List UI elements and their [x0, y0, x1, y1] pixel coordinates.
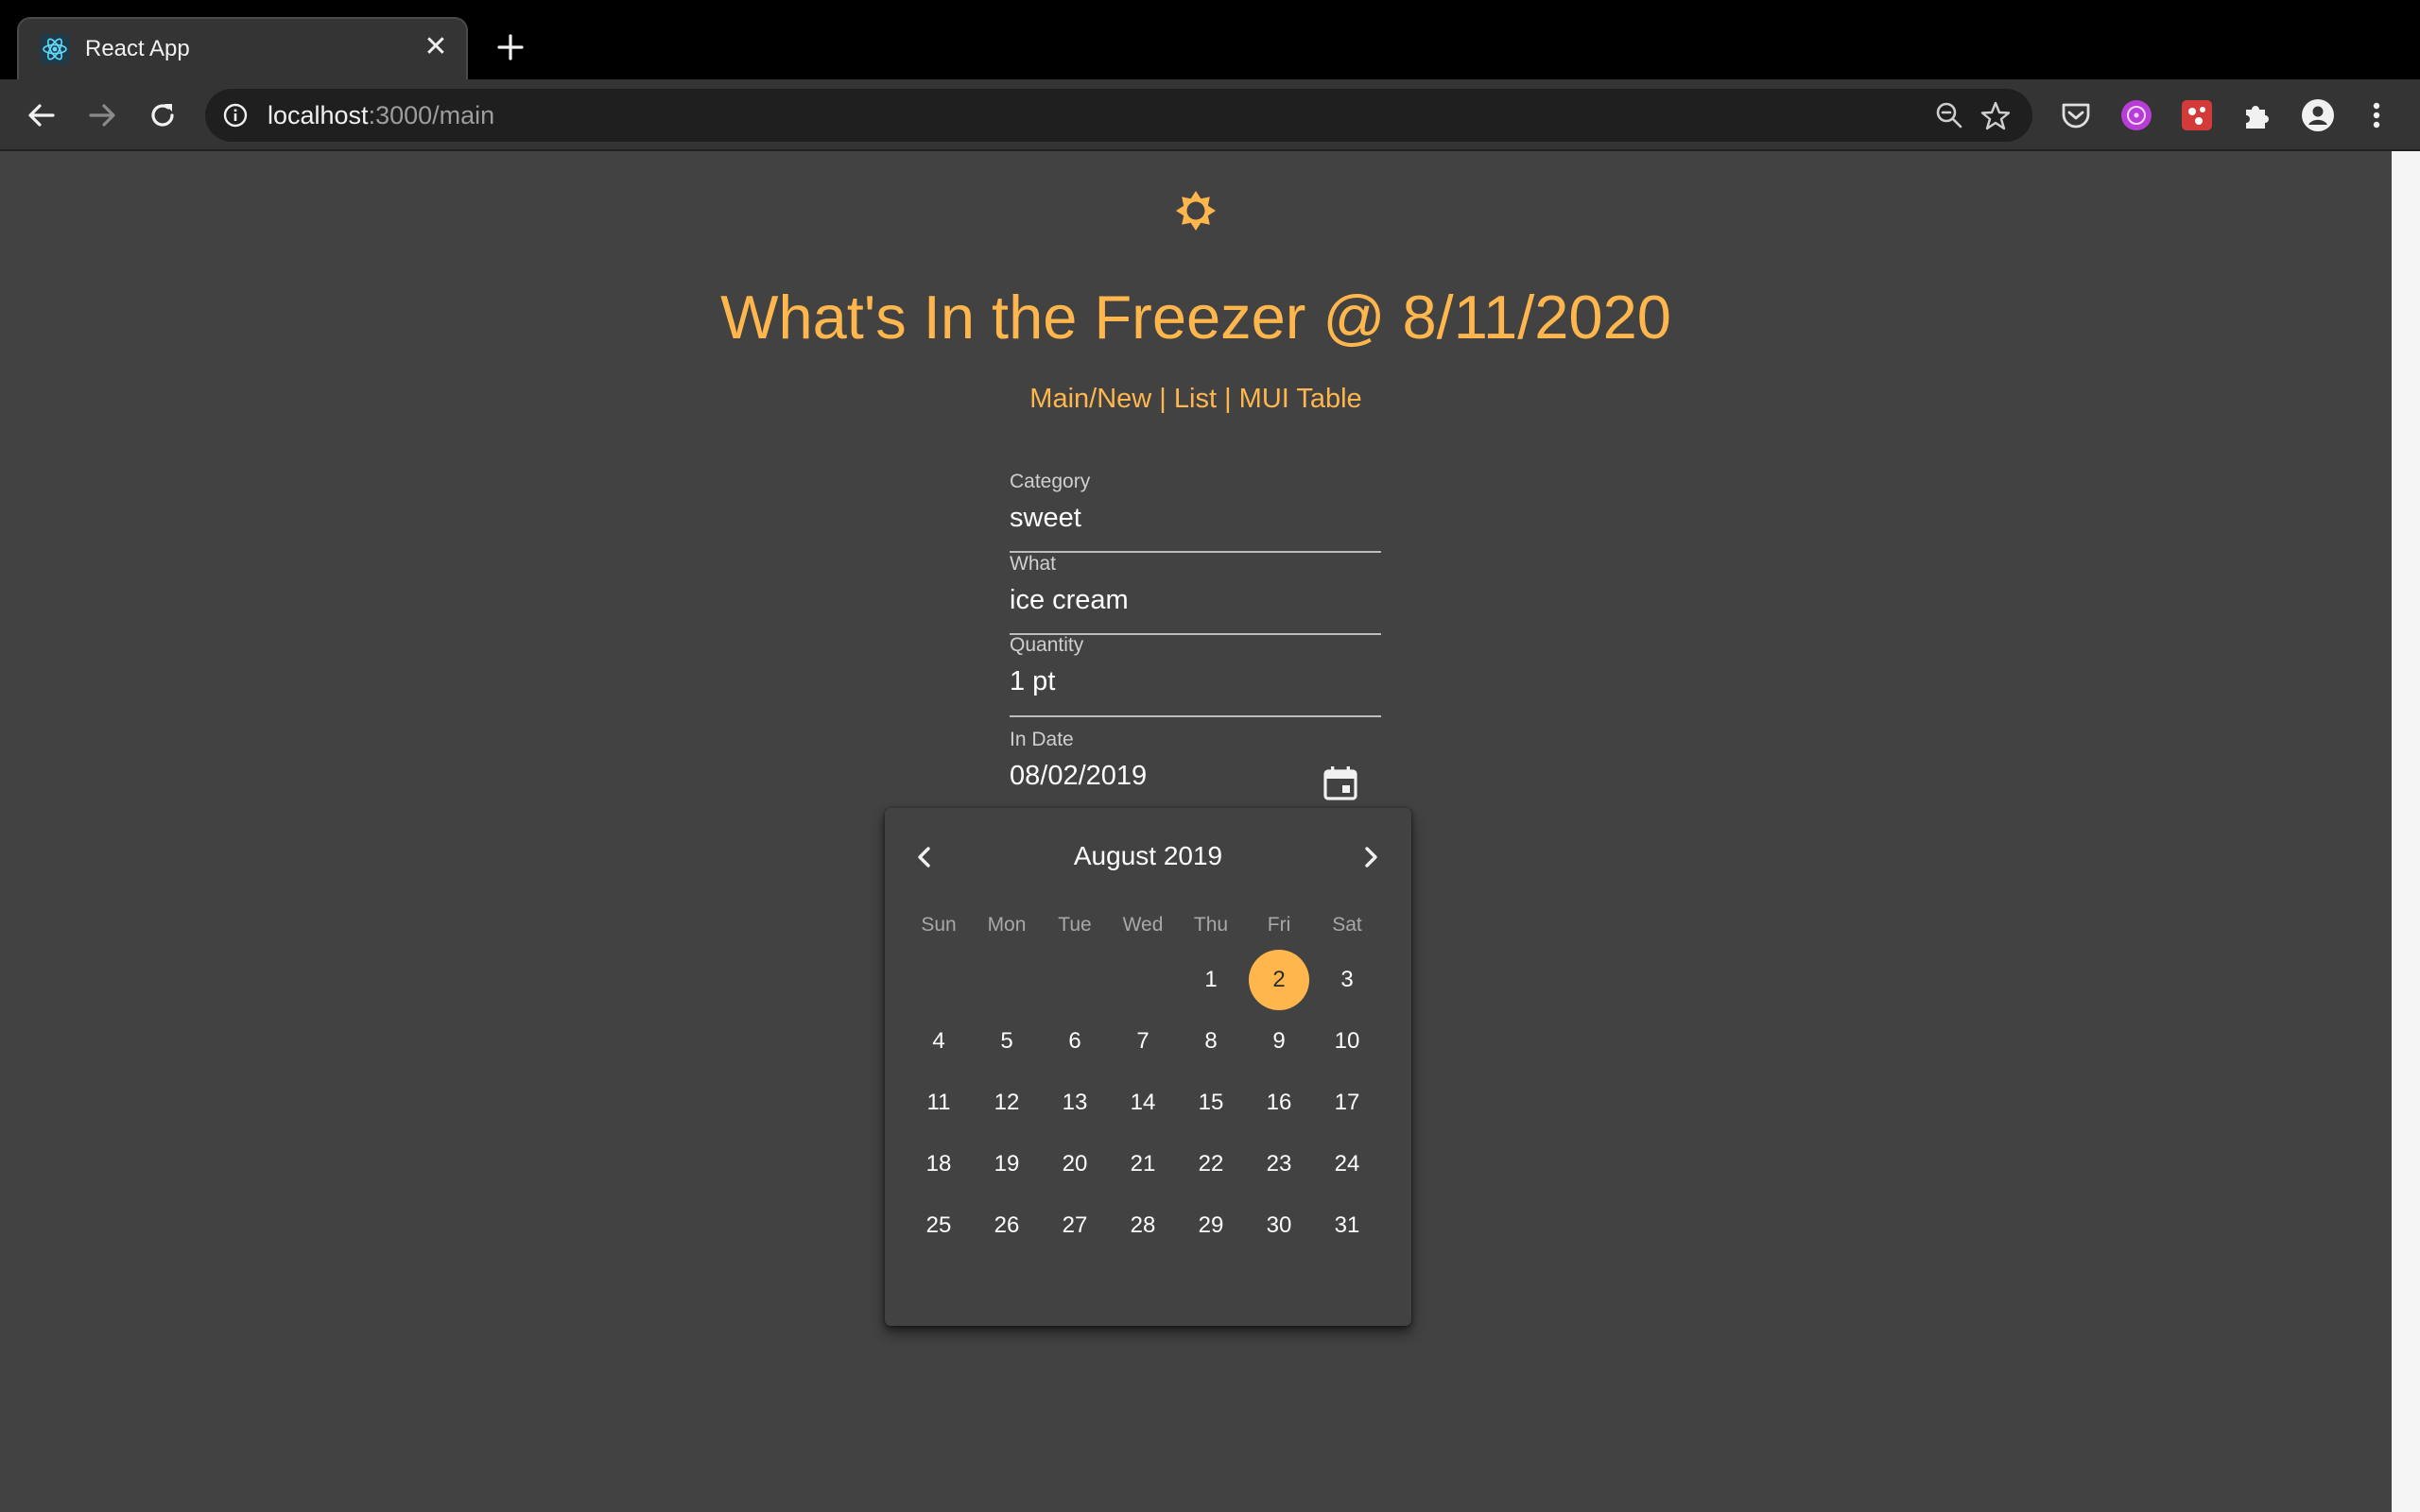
day-cell[interactable]: 29 — [1181, 1195, 1241, 1256]
weekday-label: Sat — [1332, 914, 1362, 936]
pocket-icon[interactable] — [2059, 98, 2093, 132]
page-title: What's In the Freezer @ 8/11/2020 — [720, 283, 1671, 352]
quantity-underline — [1010, 715, 1381, 717]
new-tab-plus-icon[interactable] — [493, 30, 527, 64]
day-cell[interactable]: 25 — [908, 1195, 969, 1256]
in-date-label: In Date — [1010, 729, 1074, 750]
day-cell[interactable]: 24 — [1317, 1134, 1377, 1194]
quantity-label: Quantity — [1010, 634, 1084, 656]
day-cell[interactable]: 5 — [977, 1011, 1037, 1072]
tab-close-icon[interactable]: ✕ — [421, 32, 451, 62]
what-label: What — [1010, 553, 1057, 575]
browser-tabstrip: React App ✕ — [0, 0, 2420, 79]
url-text[interactable]: localhost:3000/main — [268, 101, 494, 130]
day-cell[interactable]: 31 — [1317, 1195, 1377, 1256]
redux-devtools-icon[interactable] — [2180, 98, 2214, 132]
url-host: localhost — [268, 101, 369, 129]
scrollbar-gutter — [2392, 151, 2420, 1512]
day-cell[interactable]: 14 — [1113, 1073, 1173, 1133]
day-cell[interactable]: 17 — [1317, 1073, 1377, 1133]
url-path: :3000/main — [368, 101, 495, 129]
main-nav: Main/New | List | MUI Table — [0, 384, 2392, 415]
day-cell[interactable]: 10 — [1317, 1011, 1377, 1072]
day-cell[interactable]: 19 — [977, 1134, 1037, 1194]
day-cell[interactable]: 22 — [1181, 1134, 1241, 1194]
weekday-label: Fri — [1267, 914, 1291, 936]
nav-link-mui-table[interactable]: MUI Table — [1239, 384, 1362, 414]
graphql-extension-icon[interactable] — [2119, 98, 2153, 132]
tab-title: React App — [85, 36, 190, 61]
day-cell[interactable]: 11 — [908, 1073, 969, 1133]
day-cell[interactable]: 9 — [1249, 1011, 1309, 1072]
day-cell[interactable]: 27 — [1045, 1195, 1105, 1256]
day-cell[interactable]: 7 — [1113, 1011, 1173, 1072]
bookmark-star-icon[interactable] — [1979, 100, 2012, 132]
profile-avatar-icon[interactable] — [2301, 98, 2335, 132]
weekday-label: Thu — [1193, 914, 1229, 936]
day-cell[interactable]: 4 — [908, 1011, 969, 1072]
day-cell[interactable]: 20 — [1045, 1134, 1105, 1194]
zoom-out-icon[interactable] — [1934, 100, 1964, 130]
picker-month-label: August 2019 — [1073, 841, 1223, 870]
quantity-input[interactable]: 1 pt — [1010, 666, 1381, 697]
nav-separator: | — [1217, 384, 1239, 414]
theme-toggle-sun-icon[interactable] — [1174, 189, 1218, 232]
address-bar[interactable]: localhost:3000/main — [205, 89, 2032, 142]
category-label: Category — [1010, 471, 1091, 492]
page-viewport: What's In the Freezer @ 8/11/2020 Main/N… — [0, 151, 2392, 1512]
day-cell[interactable]: 8 — [1181, 1011, 1241, 1072]
extensions-puzzle-icon[interactable] — [2240, 98, 2274, 132]
back-arrow-icon[interactable] — [23, 96, 60, 134]
day-cell[interactable]: 23 — [1249, 1134, 1309, 1194]
day-cell[interactable]: 16 — [1249, 1073, 1309, 1133]
day-cell[interactable]: 1 — [1181, 950, 1241, 1010]
weekday-label: Mon — [987, 914, 1027, 936]
reload-icon[interactable] — [144, 96, 182, 134]
day-cell[interactable]: 28 — [1113, 1195, 1173, 1256]
day-cell[interactable]: 12 — [977, 1073, 1037, 1133]
nav-separator: | — [1151, 384, 1174, 414]
day-cell[interactable]: 13 — [1045, 1073, 1105, 1133]
day-cell[interactable]: 18 — [908, 1134, 969, 1194]
weekday-label: Wed — [1122, 914, 1164, 936]
weekday-label: Tue — [1058, 914, 1092, 936]
forward-arrow-icon[interactable] — [83, 96, 121, 134]
browser-tab[interactable]: React App ✕ — [17, 17, 468, 79]
day-cell[interactable]: 3 — [1317, 950, 1377, 1010]
quantity-field[interactable]: Quantity 1 pt — [1010, 634, 1381, 717]
day-cell[interactable]: 30 — [1249, 1195, 1309, 1256]
browser-toolbar: localhost:3000/main — [0, 79, 2420, 151]
day-cell[interactable]: 21 — [1113, 1134, 1173, 1194]
what-input[interactable]: ice cream — [1010, 585, 1381, 616]
react-logo-icon — [40, 34, 70, 64]
category-input[interactable]: sweet — [1010, 503, 1381, 534]
calendar-icon[interactable] — [1320, 763, 1361, 804]
weekday-label: Sun — [921, 914, 957, 936]
what-field[interactable]: What ice cream — [1010, 553, 1381, 635]
site-info-icon[interactable] — [222, 102, 249, 129]
date-picker-popover: August 2019 Sun Mon Tue Wed Thu Fri Sat 123456… — [885, 808, 1411, 1326]
next-month-chevron-icon[interactable] — [1352, 838, 1390, 876]
day-cell[interactable]: 15 — [1181, 1073, 1241, 1133]
day-cell-selected[interactable]: 2 — [1249, 950, 1309, 1010]
day-cell[interactable]: 26 — [977, 1195, 1037, 1256]
category-field[interactable]: Category sweet — [1010, 471, 1381, 553]
browser-menu-icon[interactable] — [2361, 98, 2392, 132]
day-cell[interactable]: 6 — [1045, 1011, 1105, 1072]
nav-link-main-new[interactable]: Main/New — [1029, 384, 1151, 414]
nav-link-list[interactable]: List — [1174, 384, 1217, 414]
